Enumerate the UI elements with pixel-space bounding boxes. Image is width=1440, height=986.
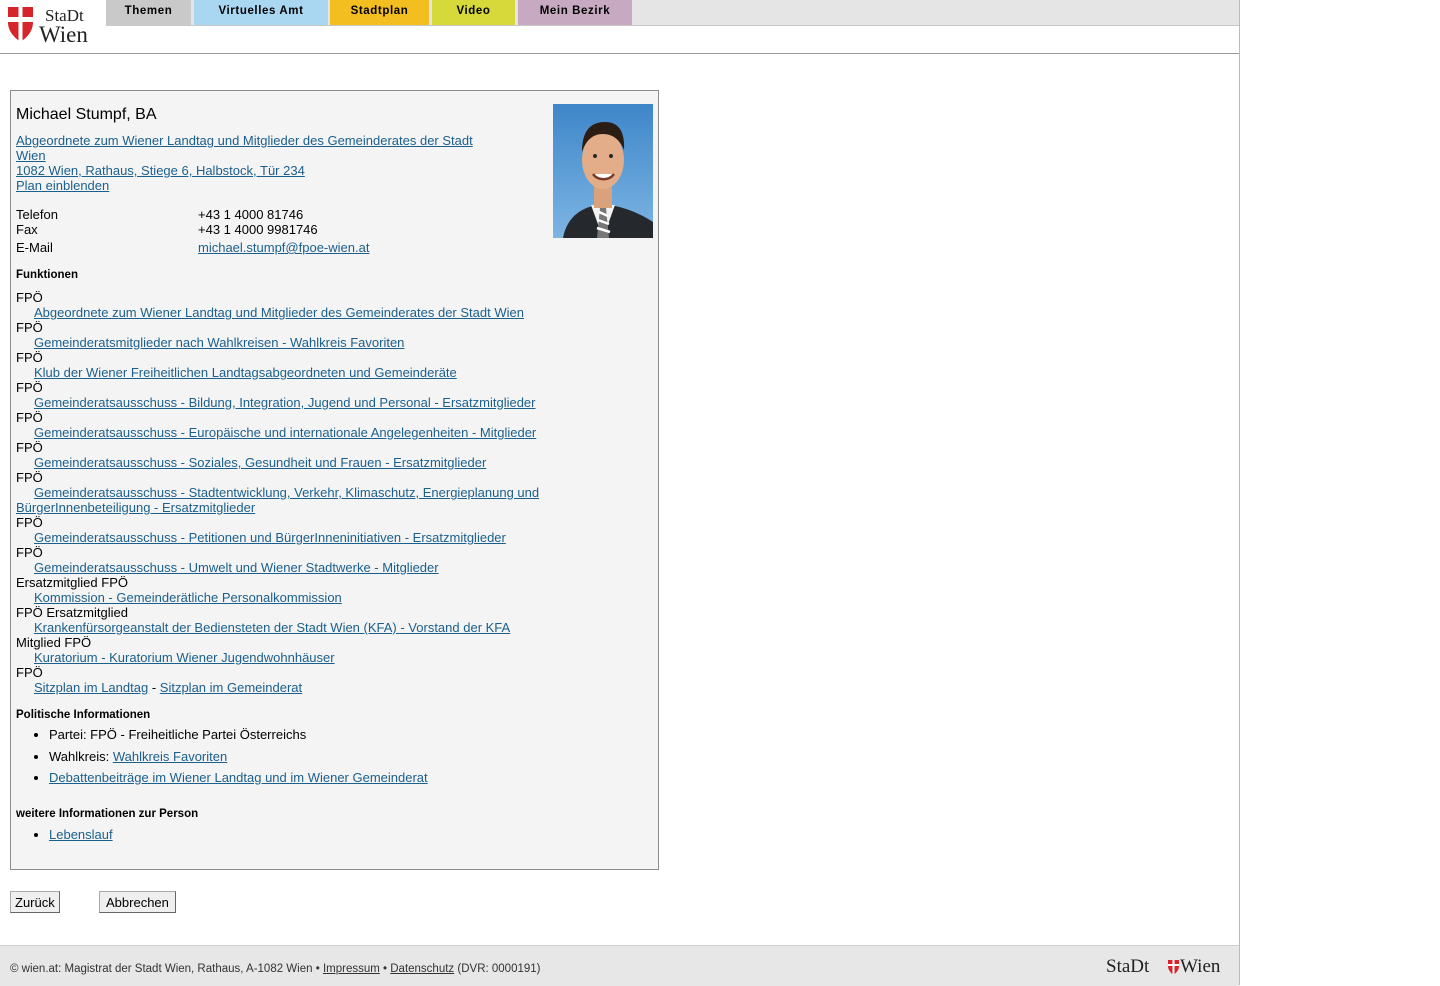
function-link[interactable]: Gemeinderatsmitglieder nach Wahlkreisen … (34, 335, 404, 350)
constituency-label: Wahlkreis: (49, 748, 110, 764)
cv-link[interactable]: Lebenslauf (49, 827, 113, 842)
impressum-link[interactable]: Impressum (323, 963, 380, 975)
email-label: E-Mail (16, 240, 53, 255)
function-org: FPÖ Ersatzmitglied (16, 605, 128, 620)
person-detail-panel: Michael Stumpf, BA Abgeordnete zum Wiene… (10, 90, 659, 870)
party-item: Partei: FPÖ - Freiheitliche Partei Öster… (49, 727, 428, 743)
cv-item: Lebenslauf (49, 827, 113, 843)
function-org: FPÖ (16, 470, 43, 485)
seating-plan-gemeinderat-link[interactable]: Sitzplan im Gemeinderat (160, 680, 302, 695)
fax-label: Fax (16, 222, 38, 237)
debates-link[interactable]: Debattenbeiträge im Wiener Landtag und i… (49, 770, 428, 785)
function-link[interactable]: Gemeinderatsausschuss - Bildung, Integra… (34, 395, 536, 410)
dvr-text: (DVR: 0000191) (457, 963, 541, 975)
site-footer: © wien.at: Magistrat der Stadt Wien, Rat… (0, 945, 1239, 986)
email-row: E-Mail michael.stumpf@fpoe-wien.at (16, 240, 536, 255)
main-navigation: Themen Virtuelles Amt Stadtplan Video Me… (106, 0, 1239, 26)
contact-table: Telefon +43 1 4000 81746 Fax +43 1 4000 … (16, 207, 536, 255)
separator: • (383, 963, 388, 975)
nav-tab-mein-bezirk[interactable]: Mein Bezirk (518, 0, 632, 25)
phone-value: +43 1 4000 81746 (198, 207, 304, 222)
function-org: FPÖ (16, 320, 43, 335)
function-link[interactable]: Gemeinderatsausschuss - Umwelt und Wiene… (34, 560, 439, 575)
more-info-heading: weitere Informationen zur Person (16, 808, 199, 820)
function-org: FPÖ (16, 410, 43, 425)
function-link[interactable]: Abgeordnete zum Wiener Landtag und Mitgl… (34, 305, 524, 320)
function-org: FPÖ (16, 665, 43, 680)
function-link[interactable]: Kommission - Gemeinderätliche Personalko… (34, 590, 342, 605)
nav-tab-themen[interactable]: Themen (106, 0, 191, 25)
seating-plan-links: Sitzplan im Landtag - Sitzplan im Gemein… (16, 680, 556, 695)
back-button[interactable]: Zurück (10, 891, 60, 913)
more-info-list: Lebenslauf (16, 827, 113, 843)
footer-stadt-wien-logo[interactable]: StaDt Wien (1106, 955, 1230, 977)
function-org: Mitglied FPÖ (16, 635, 92, 650)
constituency-item: Wahlkreis: Wahlkreis Favoriten (49, 749, 428, 765)
stadt-wien-logo[interactable]: StaDt Wien (7, 4, 102, 46)
function-link[interactable]: Kuratorium - Kuratorium Wiener Jugendwoh… (34, 650, 335, 665)
role-link[interactable]: Abgeordnete zum Wiener Landtag und Mitgl… (16, 133, 473, 148)
function-link[interactable]: Klub der Wiener Freiheitlichen Landtagsa… (34, 365, 457, 380)
political-info-list: Partei: FPÖ - Freiheitliche Partei Öster… (16, 727, 428, 792)
site-header: StaDt Wien Themen Virtuelles Amt Stadtpl… (0, 0, 1239, 54)
function-link[interactable]: Gemeinderatsausschuss - Europäische und … (34, 425, 536, 440)
function-link[interactable]: Gemeinderatsausschuss - Petitionen und B… (34, 530, 506, 545)
function-link[interactable]: Krankenfürsorgeanstalt der Bediensteten … (34, 620, 510, 635)
nav-tab-stadtplan[interactable]: Stadtplan (330, 0, 429, 25)
separator: - (151, 680, 157, 695)
nav-tab-virtuelles-amt[interactable]: Virtuelles Amt (194, 0, 328, 25)
show-map-link[interactable]: Plan einblenden (16, 178, 109, 193)
function-org: FPÖ (16, 380, 43, 395)
fax-value: +43 1 4000 9981746 (198, 222, 318, 237)
function-link[interactable]: Gemeinderatsausschuss - Soziales, Gesund… (34, 455, 486, 470)
seating-plan-landtag-link[interactable]: Sitzplan im Landtag (34, 680, 148, 695)
role-link-continued[interactable]: Wien (16, 148, 46, 163)
constituency-link[interactable]: Wahlkreis Favoriten (113, 749, 227, 764)
person-photo (553, 104, 653, 238)
copyright-text: © wien.at: Magistrat der Stadt Wien, Rat… (10, 963, 320, 975)
footer-text: © wien.at: Magistrat der Stadt Wien, Rat… (10, 963, 541, 975)
person-name: Michael Stumpf, BA (16, 106, 157, 123)
address-link[interactable]: 1082 Wien, Rathaus, Stiege 6, Halbstock,… (16, 163, 305, 178)
svg-text:Wien: Wien (39, 22, 88, 46)
function-org: FPÖ (16, 290, 43, 305)
svg-text:Wien: Wien (1180, 956, 1221, 977)
function-org: FPÖ (16, 350, 43, 365)
svg-text:StaDt: StaDt (1106, 956, 1150, 977)
phone-label: Telefon (16, 207, 58, 222)
nav-tab-video[interactable]: Video (432, 0, 515, 25)
functions-heading: Funktionen (16, 269, 78, 281)
function-link[interactable]: Gemeinderatsausschuss - Stadtentwicklung… (16, 485, 539, 515)
function-org: Ersatzmitglied FPÖ (16, 575, 128, 590)
function-org: FPÖ (16, 515, 43, 530)
functions-list: FPÖ Abgeordnete zum Wiener Landtag und M… (16, 290, 556, 695)
fax-row: Fax +43 1 4000 9981746 (16, 222, 536, 237)
political-info-heading: Politische Informationen (16, 709, 151, 721)
person-address-block: Abgeordnete zum Wiener Landtag und Mitgl… (16, 133, 486, 193)
phone-row: Telefon +43 1 4000 81746 (16, 207, 536, 222)
privacy-link[interactable]: Datenschutz (390, 963, 454, 975)
email-link[interactable]: michael.stumpf@fpoe-wien.at (198, 240, 369, 255)
function-org: FPÖ (16, 545, 43, 560)
cancel-button[interactable]: Abbrechen (99, 891, 176, 913)
debates-item: Debattenbeiträge im Wiener Landtag und i… (49, 770, 428, 786)
page: StaDt Wien Themen Virtuelles Amt Stadtpl… (0, 0, 1240, 986)
function-org: FPÖ (16, 440, 43, 455)
